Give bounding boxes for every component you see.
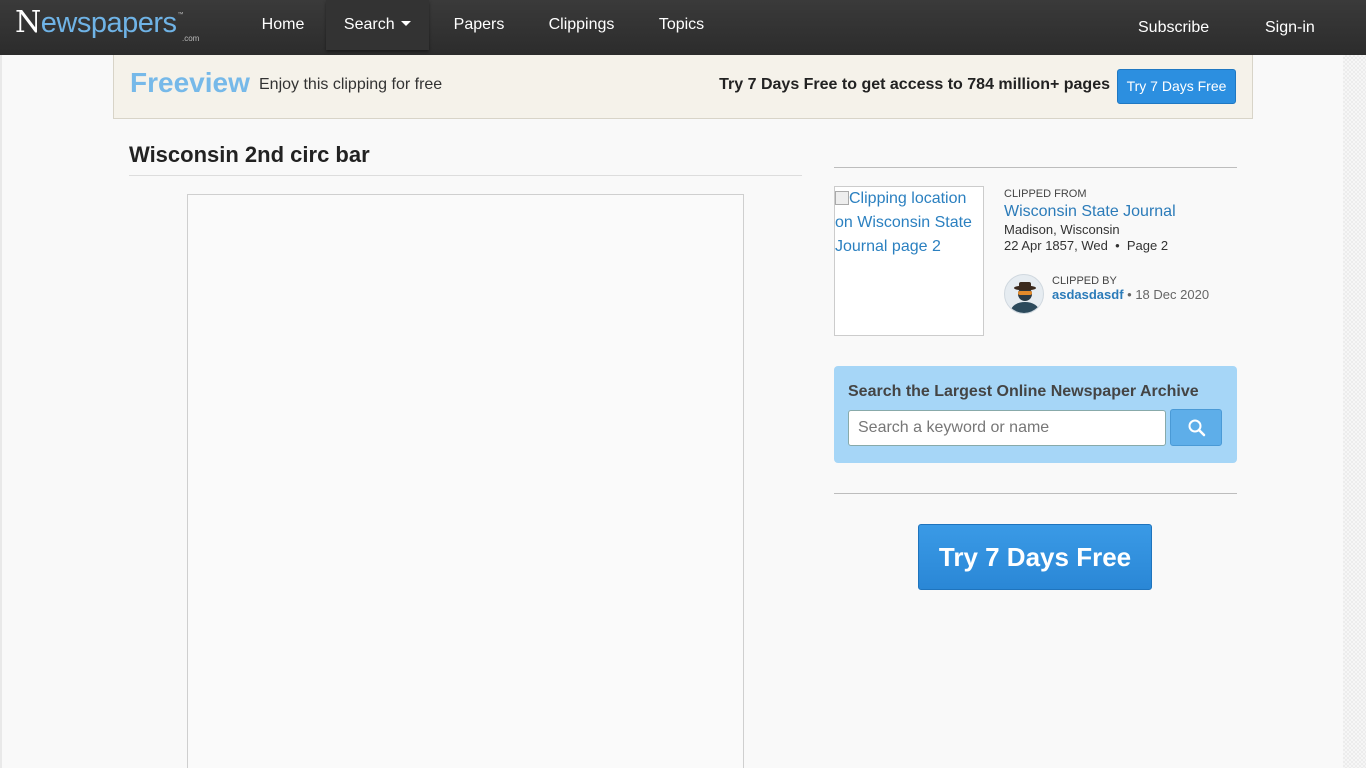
title-divider bbox=[129, 175, 802, 176]
clipping-image-frame[interactable] bbox=[187, 194, 744, 768]
nav-home[interactable]: Home bbox=[248, 0, 318, 50]
logo-dotcom: .com bbox=[182, 34, 200, 43]
newspapers-logo[interactable]: Newspapers ™ .com bbox=[15, 5, 199, 46]
search-input[interactable] bbox=[848, 410, 1166, 446]
nav-signin[interactable]: Sign-in bbox=[1265, 0, 1315, 55]
right-gutter bbox=[1343, 55, 1366, 768]
freeview-trial-button[interactable]: Try 7 Days Free bbox=[1117, 69, 1236, 104]
nav-papers[interactable]: Papers bbox=[443, 0, 515, 50]
nav-subscribe[interactable]: Subscribe bbox=[1138, 0, 1209, 55]
nav-clippings[interactable]: Clippings bbox=[538, 0, 625, 50]
caret-down-icon bbox=[401, 20, 412, 26]
paper-date-page: 22 Apr 1857, Wed • Page 2 bbox=[1004, 238, 1169, 253]
thumbnail-alt-text: Clipping location on Wisconsin State Jou… bbox=[835, 190, 972, 255]
sidebar-divider-bottom bbox=[834, 493, 1237, 494]
try-free-cta-button[interactable]: Try 7 Days Free bbox=[918, 524, 1152, 590]
paper-link[interactable]: Wisconsin State Journal bbox=[1004, 203, 1176, 221]
sidebar-divider-top bbox=[834, 167, 1237, 168]
search-icon bbox=[1188, 419, 1206, 437]
freeview-offer: Try 7 Days Free to get access to 784 mil… bbox=[719, 76, 1110, 93]
avatar-icon bbox=[1011, 282, 1039, 313]
search-panel-title: Search the Largest Online Newspaper Arch… bbox=[848, 383, 1199, 400]
clipped-from-label: CLIPPED FROM bbox=[1004, 188, 1087, 200]
nav-topics[interactable]: Topics bbox=[650, 0, 713, 50]
archive-search-panel: Search the Largest Online Newspaper Arch… bbox=[834, 366, 1237, 463]
nav-search-dropdown[interactable]: Search bbox=[326, 0, 429, 50]
clipping-location-thumbnail[interactable]: Clipping location on Wisconsin State Jou… bbox=[834, 186, 984, 336]
clipped-by-label: CLIPPED BY bbox=[1052, 275, 1117, 287]
freeview-subtitle: Enjoy this clipping for free bbox=[259, 76, 443, 93]
logo-wordmark: Newspapers bbox=[15, 5, 177, 40]
freeview-banner: Freeview Enjoy this clipping for free Tr… bbox=[113, 55, 1253, 119]
paper-location: Madison, Wisconsin bbox=[1004, 222, 1120, 237]
broken-image-icon bbox=[835, 191, 849, 205]
page-left-edge bbox=[0, 55, 2, 768]
page-title: Wisconsin 2nd circ bar bbox=[129, 142, 370, 167]
top-navbar: Newspapers ™ .com Home Search Papers Cli… bbox=[0, 0, 1366, 55]
freeview-title: Freeview bbox=[130, 67, 250, 98]
user-link[interactable]: asdasdasdf bbox=[1052, 287, 1124, 302]
clipped-by-info: asdasdasdf • 18 Dec 2020 bbox=[1052, 287, 1210, 302]
search-submit-button[interactable] bbox=[1170, 409, 1222, 446]
user-avatar[interactable] bbox=[1004, 274, 1044, 314]
